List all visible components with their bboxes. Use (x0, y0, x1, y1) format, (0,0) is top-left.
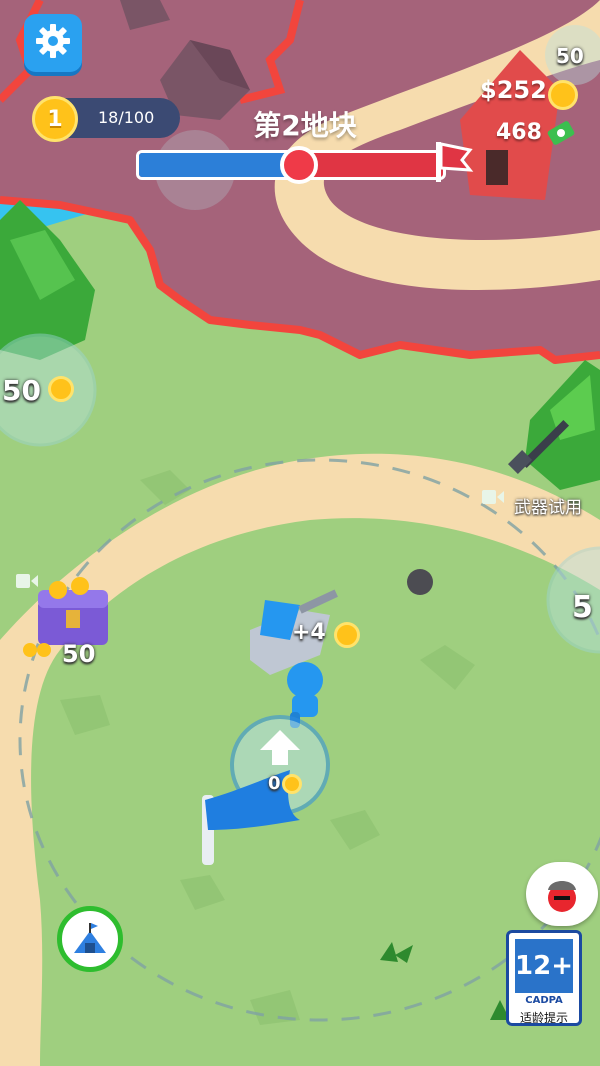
coin-icon (334, 622, 360, 648)
settings-button[interactable] (24, 14, 82, 72)
flag-upgrade-cost[interactable]: 0 (268, 773, 281, 794)
xp-text: 18/100 (98, 108, 155, 127)
stage-progress-fill (139, 153, 291, 177)
cash-icon (546, 118, 576, 152)
progress-knob (280, 146, 318, 184)
coin-icon (282, 774, 302, 794)
right-zone-cost[interactable]: 5 (572, 590, 593, 625)
reward-popup: +4 (292, 620, 326, 645)
video-ad-icon (16, 572, 40, 594)
level-number: 1 (47, 106, 63, 132)
top-zone-cost: 50 (556, 44, 584, 68)
level-badge: 1 (32, 96, 78, 142)
age-rating-badge: 12+ CADPA 适龄提示 (506, 930, 582, 1026)
chest-cost[interactable]: 50 (62, 640, 95, 668)
left-zone-cost[interactable]: 50 (2, 374, 41, 407)
age-rating: 12+ (515, 939, 573, 993)
gear-icon (33, 21, 73, 65)
weapon-trial-label[interactable]: 武器试用 (514, 493, 582, 518)
age-rating-note: 适龄提示 (519, 1011, 568, 1025)
home-base-button[interactable] (57, 906, 123, 972)
coin-icon (548, 80, 578, 110)
age-rating-org: CADPA (525, 995, 563, 1006)
cash-amount: 468 (496, 120, 542, 145)
enemy-alert-button[interactable] (526, 862, 598, 926)
coin-icon (48, 376, 74, 402)
video-ad-icon (482, 488, 506, 510)
money-amount: $252 (480, 76, 547, 104)
flag-icon (432, 138, 476, 188)
stage-title: 第2地块 (253, 109, 357, 142)
